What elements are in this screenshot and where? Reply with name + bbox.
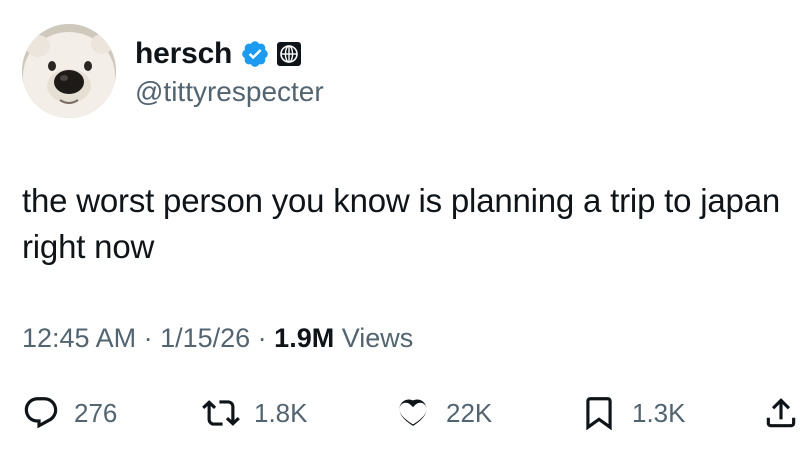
affiliate-badge-icon: [276, 41, 302, 67]
retweet-count: 1.8K: [254, 397, 308, 428]
views-label: Views: [334, 323, 414, 353]
display-name[interactable]: hersch: [135, 37, 232, 71]
reply-count: 276: [74, 397, 118, 428]
reply-icon: [22, 394, 60, 432]
retweet-button[interactable]: 1.8K: [202, 388, 308, 438]
reply-button[interactable]: 276: [22, 388, 117, 438]
tweet: hersch @tittyrespecter the worst person …: [0, 0, 800, 462]
bookmark-button[interactable]: 1.3K: [580, 388, 686, 438]
share-icon: [762, 394, 800, 432]
bookmark-icon: [580, 394, 618, 432]
tweet-text: the worst person you know is planning a …: [22, 182, 781, 265]
name-row: hersch: [135, 34, 302, 74]
user-handle[interactable]: @tittyrespecter: [135, 76, 324, 108]
avatar[interactable]: [22, 24, 116, 118]
retweet-icon: [202, 394, 240, 432]
like-count: 22K: [446, 397, 493, 428]
tweet-date[interactable]: 1/15/26: [160, 323, 250, 353]
meta-separator: ·: [250, 323, 275, 353]
polar-bear-avatar-image: [22, 24, 116, 118]
like-button[interactable]: 22K: [394, 388, 492, 438]
action-bar: 276 1.8K 22K 1.3K: [22, 388, 800, 438]
verified-badge-icon: [240, 39, 270, 69]
meta-separator: ·: [136, 323, 161, 353]
heart-icon: [394, 394, 432, 432]
bookmark-count: 1.3K: [632, 397, 686, 428]
tweet-header: hersch @tittyrespecter: [22, 24, 782, 120]
tweet-meta: 12:45 AM · 1/15/26 · 1.9M Views: [22, 323, 413, 354]
views-count: 1.9M: [274, 323, 335, 353]
share-button[interactable]: [762, 388, 800, 438]
tweet-time[interactable]: 12:45 AM: [22, 323, 136, 353]
